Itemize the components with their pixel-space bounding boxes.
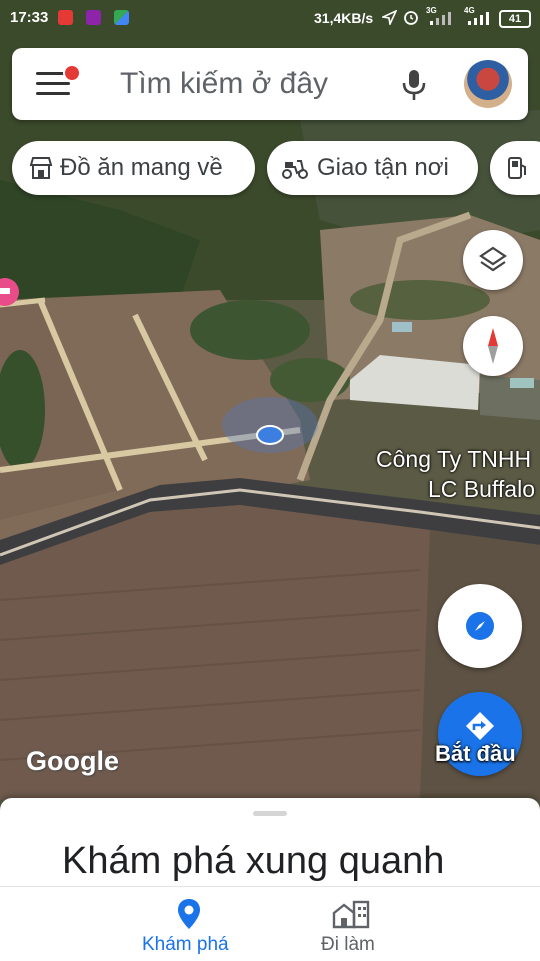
notification-dot-icon	[63, 64, 81, 82]
signal-strength-icon	[430, 12, 451, 25]
alarm-icon	[404, 11, 418, 25]
battery-indicator: 41	[499, 10, 531, 28]
network-speed: 31,4KB/s	[314, 10, 374, 26]
nav-item-commute[interactable]: Đi làm	[300, 887, 410, 961]
chip-label: Đồ ăn mang về	[60, 154, 223, 181]
nav-item-explore[interactable]: Khám phá	[120, 887, 260, 961]
microphone-icon[interactable]	[398, 68, 430, 102]
status-bar: 17:33 31,4KB/s 3G 4G 41	[0, 0, 540, 36]
layers-icon	[479, 246, 507, 272]
layers-button[interactable]	[463, 230, 523, 290]
status-time: 17:33	[10, 9, 49, 26]
chip-gas[interactable]	[490, 141, 540, 195]
nav-label: Đi làm	[321, 934, 375, 955]
app-notification-icon	[86, 10, 101, 25]
storefront-icon	[29, 157, 53, 179]
app-notification-icon	[58, 10, 73, 25]
my-location-button[interactable]	[438, 584, 522, 668]
maps-notification-icon	[114, 10, 129, 25]
start-label[interactable]: Bắt đầu	[435, 741, 516, 767]
chip-label: Giao tận nơi	[317, 154, 449, 181]
place-label-line: Công Ty TNHH	[376, 446, 532, 472]
delivery-scooter-icon	[282, 160, 308, 179]
chip-takeout[interactable]: Đồ ăn mang về	[12, 141, 255, 195]
chip-delivery[interactable]: Giao tận nơi	[267, 141, 478, 195]
search-bar[interactable]: Tìm kiếm ở đây	[12, 48, 528, 120]
google-logo: Google	[26, 746, 119, 776]
location-pin-icon	[178, 899, 200, 929]
place-label-line: LC Buffalo	[428, 476, 535, 502]
location-arrow-icon	[382, 10, 397, 25]
directions-icon	[466, 712, 494, 740]
bottom-navigation: Khám phá Đi làm	[0, 886, 540, 961]
compass-button[interactable]	[463, 316, 523, 376]
gas-station-icon	[508, 157, 526, 179]
location-compass-icon	[466, 612, 494, 640]
nav-label: Khám phá	[142, 934, 229, 955]
compass-icon	[488, 328, 498, 364]
search-input[interactable]: Tìm kiếm ở đây	[120, 67, 328, 101]
sheet-drag-handle[interactable]	[253, 811, 287, 816]
signal-strength-icon	[468, 12, 489, 25]
sheet-title: Khám phá xung quanh	[62, 840, 445, 882]
commute-building-icon	[332, 900, 370, 929]
avatar[interactable]	[464, 60, 512, 108]
